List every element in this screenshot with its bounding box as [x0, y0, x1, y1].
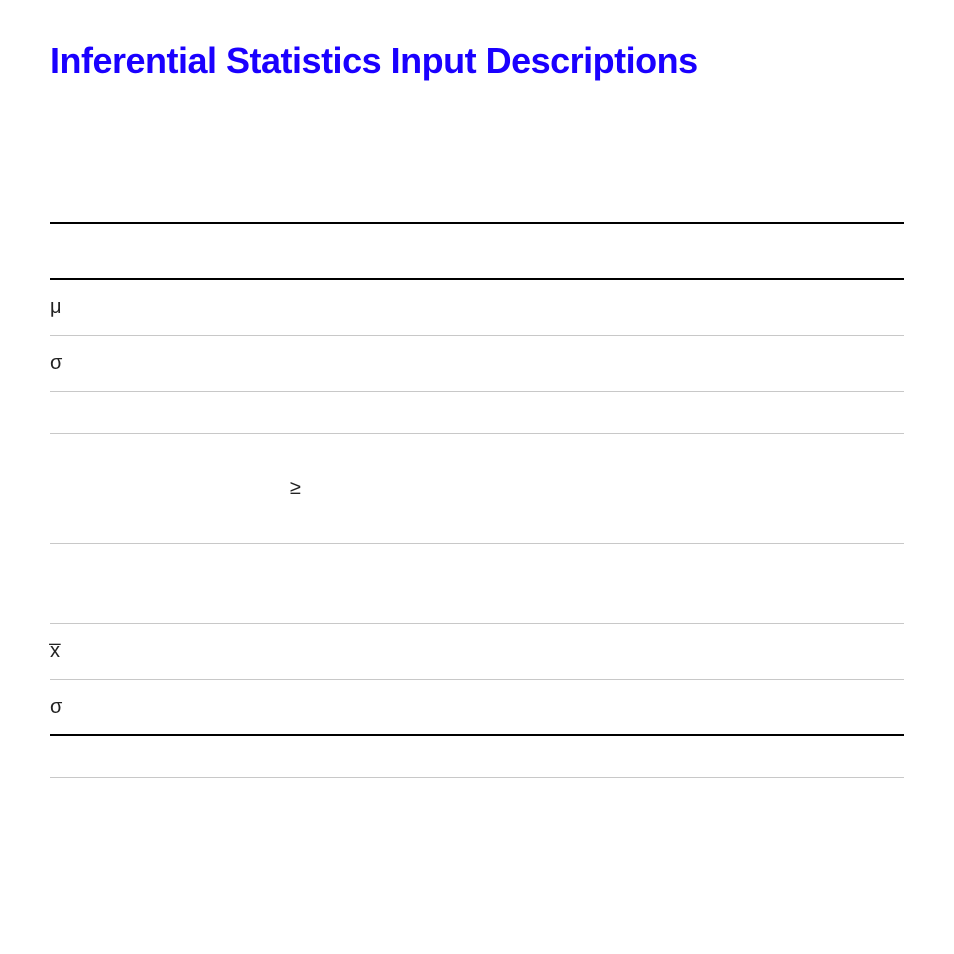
row-spacer-1 [50, 544, 904, 624]
symbol-gte: ≥ [290, 477, 301, 500]
row-sigma-2: σ [50, 680, 904, 736]
row-footer [50, 736, 904, 778]
row-gte: ≥ [50, 434, 904, 544]
symbol-sigma-1: σ [50, 352, 90, 375]
symbol-mu: μ [50, 296, 90, 319]
row-xbar: x̅ [50, 624, 904, 680]
row-sigma-1: σ [50, 336, 904, 392]
symbol-sigma-2: σ [50, 696, 90, 719]
table-header-1 [50, 248, 904, 280]
row-empty-1 [50, 392, 904, 434]
row-mu: μ [50, 280, 904, 336]
page-title: Inferential Statistics Input Description… [50, 40, 904, 82]
section-divider-top [50, 222, 904, 224]
symbol-xbar: x̅ [50, 640, 90, 663]
